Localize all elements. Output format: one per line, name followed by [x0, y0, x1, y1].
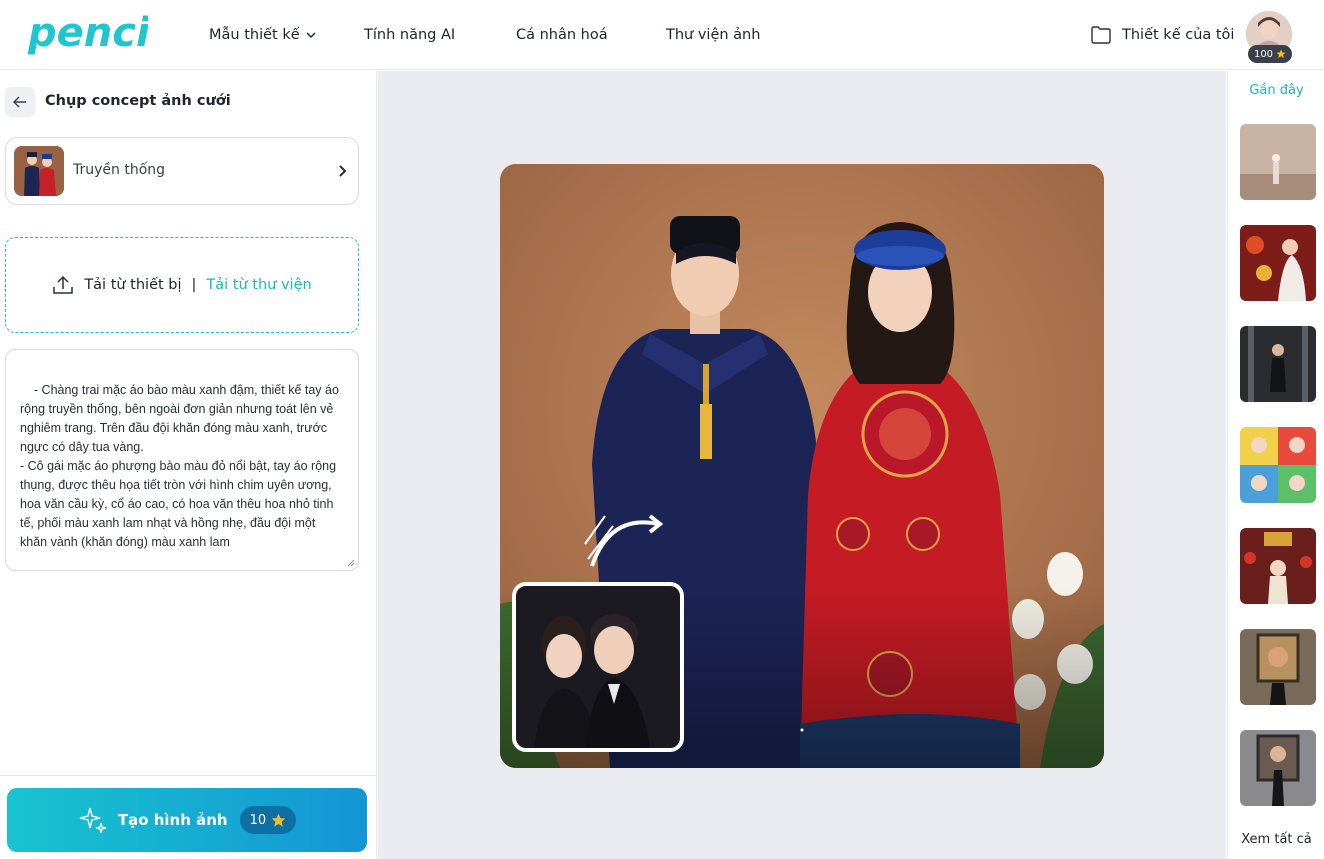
recent-panel: Gần đây Xem tất cả	[1227, 71, 1324, 859]
nav-tinh-nang-ai[interactable]: Tính năng AI	[364, 0, 455, 70]
generate-cost: 10	[249, 812, 267, 828]
recent-thumbnail[interactable]	[1240, 528, 1316, 604]
style-selector[interactable]: Truyền thống	[5, 137, 359, 205]
generate-label: Tạo hình ảnh	[117, 811, 228, 829]
sparkle-icon	[79, 807, 106, 834]
style-label: Truyền thống	[73, 162, 166, 178]
panel-title: Chụp concept ảnh cưới	[45, 93, 231, 109]
recent-thumbnail[interactable]	[1240, 730, 1316, 806]
resize-grip-icon[interactable]	[347, 559, 355, 567]
nav-ca-nhan-hoa[interactable]: Cá nhân hoá	[516, 0, 608, 70]
penci-logo[interactable]: penci	[26, 8, 148, 60]
upload-separator: |	[191, 277, 197, 293]
see-all-link[interactable]: Xem tất cả	[1228, 832, 1324, 847]
preview-image	[500, 164, 1104, 768]
chevron-right-icon	[339, 165, 347, 177]
nav-ca-nhan-hoa-label: Cá nhân hoá	[516, 27, 608, 43]
prompt-textarea[interactable]: - Chàng trai mặc áo bào màu xanh đậm, th…	[5, 349, 359, 571]
recent-thumbnail[interactable]	[1240, 427, 1316, 503]
recent-thumbnail[interactable]	[1240, 225, 1316, 301]
my-designs-link[interactable]: Thiết kế của tôi	[1090, 0, 1234, 70]
chevron-down-icon	[306, 32, 316, 38]
recent-thumbnail[interactable]	[1240, 326, 1316, 402]
preview-canvas	[378, 71, 1226, 859]
nav-mau-thiet-ke[interactable]: Mẫu thiết kế	[209, 0, 316, 70]
upload-icon	[53, 275, 74, 294]
back-arrow-icon	[13, 96, 26, 108]
credit-count: 100	[1253, 48, 1274, 60]
upload-from-device-button[interactable]: Tải từ thiết bị	[84, 277, 181, 293]
generate-footer: Tạo hình ảnh 10	[0, 775, 377, 859]
nav-thu-vien-anh[interactable]: Thư viện ảnh	[666, 0, 760, 70]
star-icon	[1276, 49, 1286, 58]
brand-text: penci	[27, 10, 148, 56]
back-button[interactable]	[5, 87, 35, 117]
recent-thumbnail[interactable]	[1240, 124, 1316, 200]
folder-icon	[1091, 26, 1111, 44]
credit-badge: 100	[1248, 45, 1292, 63]
my-designs-label: Thiết kế của tôi	[1122, 27, 1235, 43]
top-header: penci Mẫu thiết kế Tính năng AI Cá nhân …	[0, 0, 1324, 70]
generate-image-button[interactable]: Tạo hình ảnh 10	[7, 788, 367, 852]
generate-cost-badge: 10	[239, 806, 297, 834]
style-thumbnail	[14, 146, 64, 196]
nav-tinh-nang-ai-label: Tính năng AI	[364, 27, 456, 43]
prompt-text: - Chàng trai mặc áo bào màu xanh đậm, th…	[20, 383, 339, 549]
nav-thu-vien-anh-label: Thư viện ảnh	[666, 27, 761, 43]
recent-thumbnail[interactable]	[1240, 629, 1316, 705]
left-panel: Chụp concept ảnh cưới Truyền thống Tải t…	[0, 71, 377, 859]
user-avatar[interactable]: 100	[1246, 11, 1294, 65]
upload-from-library-button[interactable]: Tải từ thư viện	[206, 277, 311, 293]
nav-mau-thiet-ke-label: Mẫu thiết kế	[209, 27, 300, 43]
recent-label: Gần đây	[1249, 83, 1304, 98]
upload-dropzone[interactable]: Tải từ thiết bị | Tải từ thư viện	[5, 237, 359, 333]
star-icon	[271, 813, 286, 826]
